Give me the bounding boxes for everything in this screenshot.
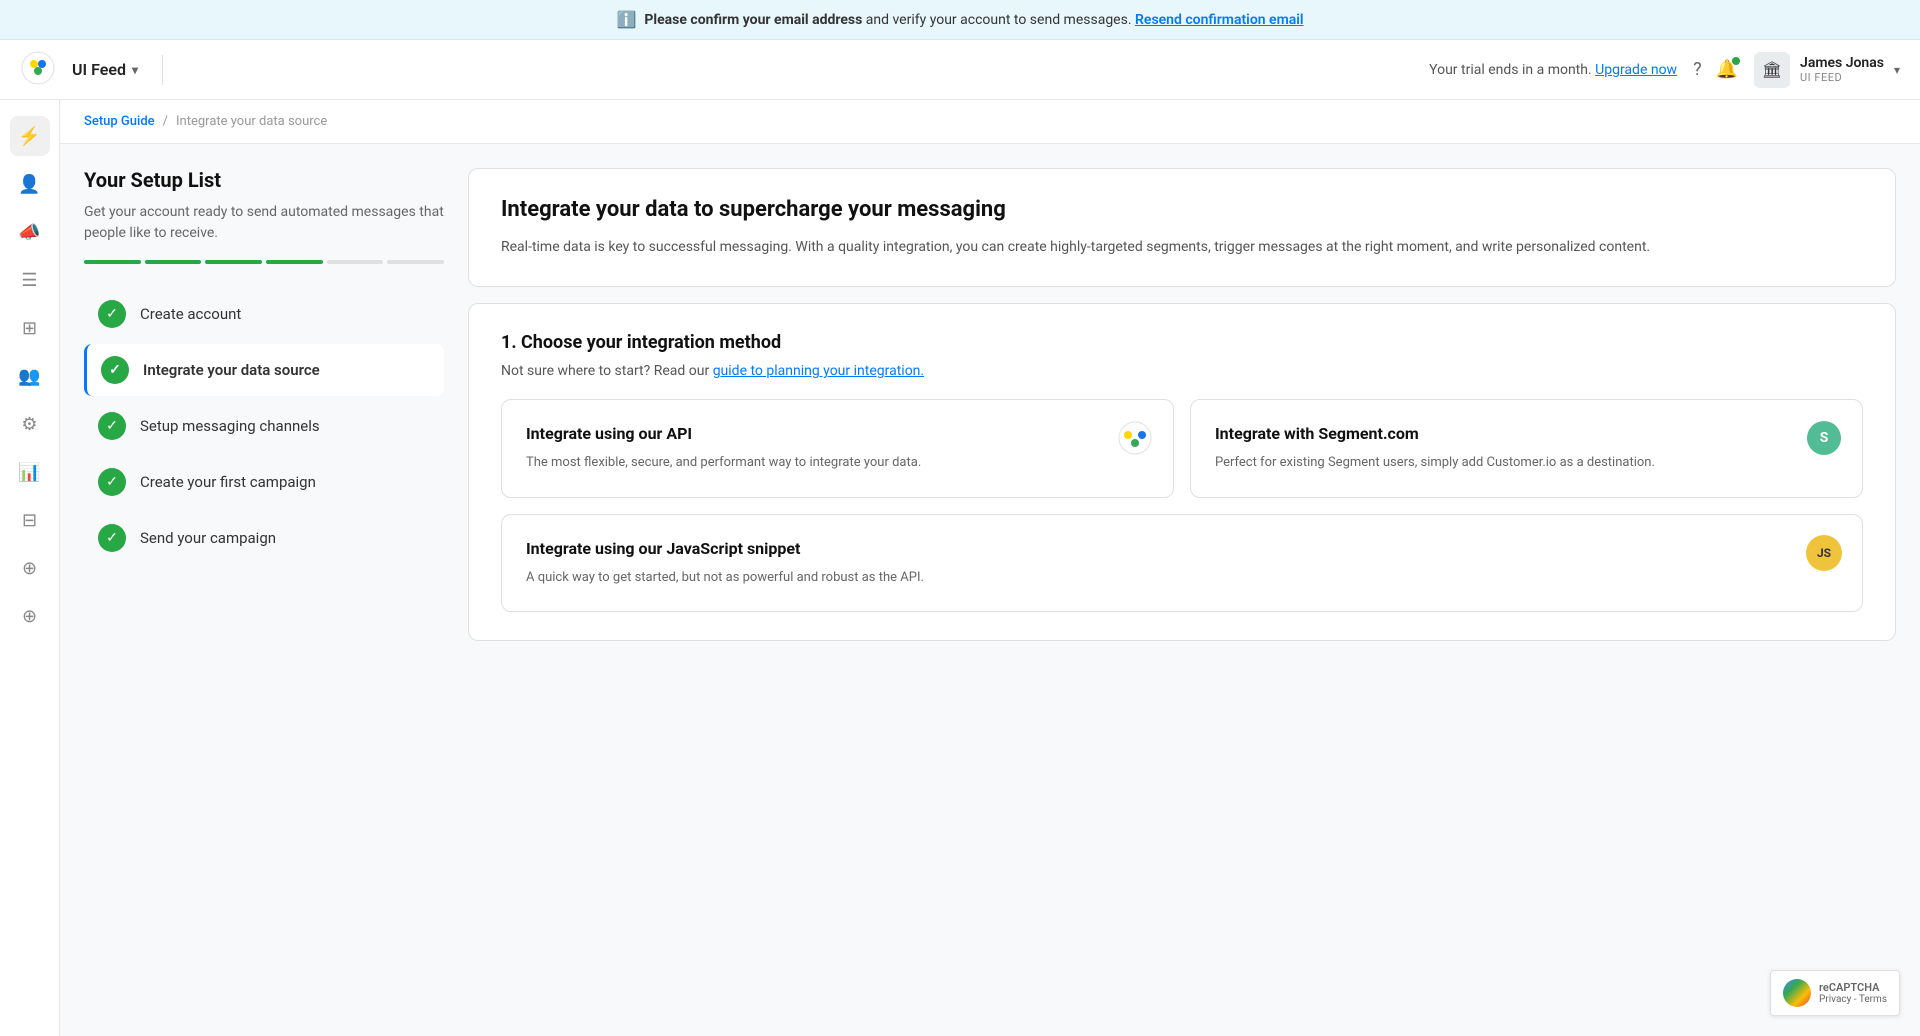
js-card-desc: A quick way to get started, but not as p… [526,568,1838,588]
breadcrumb-separator: / [163,114,168,129]
setup-item-integrate-data[interactable]: ✓ Integrate your data source [84,344,444,396]
header: UI Feed ▾ Your trial ends in a month. Up… [0,40,1920,100]
sidebar-item-settings[interactable]: ⚙ [10,404,50,444]
setup-item-create-account[interactable]: ✓ Create account [84,288,444,340]
setup-item-first-campaign[interactable]: ✓ Create your first campaign [84,456,444,508]
setup-panel: Your Setup List Get your account ready t… [84,168,444,1012]
recaptcha-subtext: Privacy - Terms [1819,994,1887,1005]
setup-list-title: Your Setup List [84,168,444,192]
api-card-title: Integrate using our API [526,424,1149,443]
sidebar-item-lists[interactable]: ☰ [10,260,50,300]
check-icon-send-campaign: ✓ [98,524,126,552]
user-menu[interactable]: 🏛 James Jonas UI FEED ▾ [1754,52,1900,88]
hero-desc: Real-time data is key to successful mess… [501,236,1863,258]
sidebar-item-data-source[interactable]: ⚡ [10,116,50,156]
check-icon-messaging: ✓ [98,412,126,440]
user-menu-arrow: ▾ [1894,63,1900,77]
avatar: 🏛 [1754,52,1790,88]
sidebar-item-grid[interactable]: ⊞ [10,308,50,348]
api-icon [1117,420,1153,456]
app-layout: ⚡ 👤 📣 ☰ ⊞ 👥 ⚙ 📊 ⊟ ⊕ ⊕ Setup Guide / Inte… [0,100,1920,1036]
check-icon-integrate-data: ✓ [101,356,129,384]
recaptcha-label: reCAPTCHA [1819,981,1887,994]
icon-sidebar: ⚡ 👤 📣 ☰ ⊞ 👥 ⚙ 📊 ⊟ ⊕ ⊕ [0,100,60,1036]
setup-item-label-send-campaign: Send your campaign [140,529,276,547]
segment-card-title: Integrate with Segment.com [1215,424,1838,443]
sidebar-item-export[interactable]: ⊕ [10,596,50,636]
js-card-title: Integrate using our JavaScript snippet [526,539,1838,558]
section-subtitle: Not sure where to start? Read our guide … [501,363,1863,379]
setup-item-send-campaign[interactable]: ✓ Send your campaign [84,512,444,564]
sidebar-item-import[interactable]: ⊕ [10,548,50,588]
notif-text: Please confirm your email address and ve… [644,12,1303,28]
trial-text: Your trial ends in a month. Upgrade now [1429,62,1677,78]
check-icon-create-account: ✓ [98,300,126,328]
question-circle-icon: ℹ️ [616,10,636,29]
integration-grid: Integrate using our API The most flexibl… [501,399,1863,498]
hero-card: Integrate your data to supercharge your … [468,168,1896,287]
header-separator [162,55,163,85]
setup-item-label-messaging: Setup messaging channels [140,417,320,435]
sidebar-item-people[interactable]: 👤 [10,164,50,204]
setup-items-list: ✓ Create account ✓ Integrate your data s… [84,288,444,564]
notification-bar: ℹ️ Please confirm your email address and… [0,0,1920,40]
main-content: Your Setup List Get your account ready t… [60,144,1920,1036]
progress-segment-6 [387,260,444,264]
planning-guide-link[interactable]: guide to planning your integration. [713,363,924,379]
integration-card-js[interactable]: JS Integrate using our JavaScript snippe… [501,514,1863,613]
upgrade-link[interactable]: Upgrade now [1595,62,1677,78]
notification-bell-icon[interactable]: 🔔 [1716,59,1738,80]
setup-item-messaging-channels[interactable]: ✓ Setup messaging channels [84,400,444,452]
help-icon[interactable]: ? [1693,59,1702,80]
breadcrumb-current: Integrate your data source [176,114,327,129]
api-card-desc: The most flexible, secure, and performan… [526,453,1149,473]
header-right: Your trial ends in a month. Upgrade now … [1429,52,1900,88]
progress-segment-1 [84,260,141,264]
recaptcha-badge: reCAPTCHA Privacy - Terms [1770,970,1900,1016]
recaptcha-logo [1783,979,1811,1007]
segment-card-desc: Perfect for existing Segment users, simp… [1215,453,1838,473]
setup-list-subtitle: Get your account ready to send automated… [84,202,444,244]
setup-item-label-create-account: Create account [140,305,241,323]
sidebar-item-users[interactable]: 👥 [10,356,50,396]
progress-bar [84,260,444,264]
recaptcha-text: reCAPTCHA Privacy - Terms [1819,981,1887,1005]
user-info: James Jonas UI FEED [1800,55,1884,84]
progress-segment-2 [145,260,202,264]
js-snippet-icon: JS [1806,535,1842,571]
progress-segment-4 [266,260,323,264]
setup-item-label-integrate-data: Integrate your data source [143,361,320,379]
content-area: Setup Guide / Integrate your data source… [60,100,1920,1036]
segment-icon: S [1806,420,1842,456]
integration-card-api[interactable]: Integrate using our API The most flexibl… [501,399,1174,498]
notification-dot [1732,57,1740,65]
check-icon-first-campaign: ✓ [98,468,126,496]
sidebar-item-filter[interactable]: ⊟ [10,500,50,540]
breadcrumb: Setup Guide / Integrate your data source [60,100,1920,144]
section-title: 1. Choose your integration method [501,332,1863,353]
sidebar-item-campaigns[interactable]: 📣 [10,212,50,252]
progress-segment-3 [205,260,262,264]
header-icons: ? 🔔 [1693,59,1738,80]
progress-segment-5 [327,260,384,264]
breadcrumb-parent[interactable]: Setup Guide [84,114,155,129]
integration-card-segment[interactable]: S Integrate with Segment.com Perfect for… [1190,399,1863,498]
brand-dropdown-arrow: ▾ [132,63,138,77]
detail-panel: Integrate your data to supercharge your … [468,168,1896,1012]
brand-name[interactable]: UI Feed ▾ [72,60,138,79]
hero-title: Integrate your data to supercharge your … [501,197,1863,222]
setup-item-label-first-campaign: Create your first campaign [140,473,316,491]
integration-method-card: 1. Choose your integration method Not su… [468,303,1896,641]
logo [20,50,56,90]
resend-confirmation-link[interactable]: Resend confirmation email [1135,12,1304,28]
sidebar-item-charts[interactable]: 📊 [10,452,50,492]
